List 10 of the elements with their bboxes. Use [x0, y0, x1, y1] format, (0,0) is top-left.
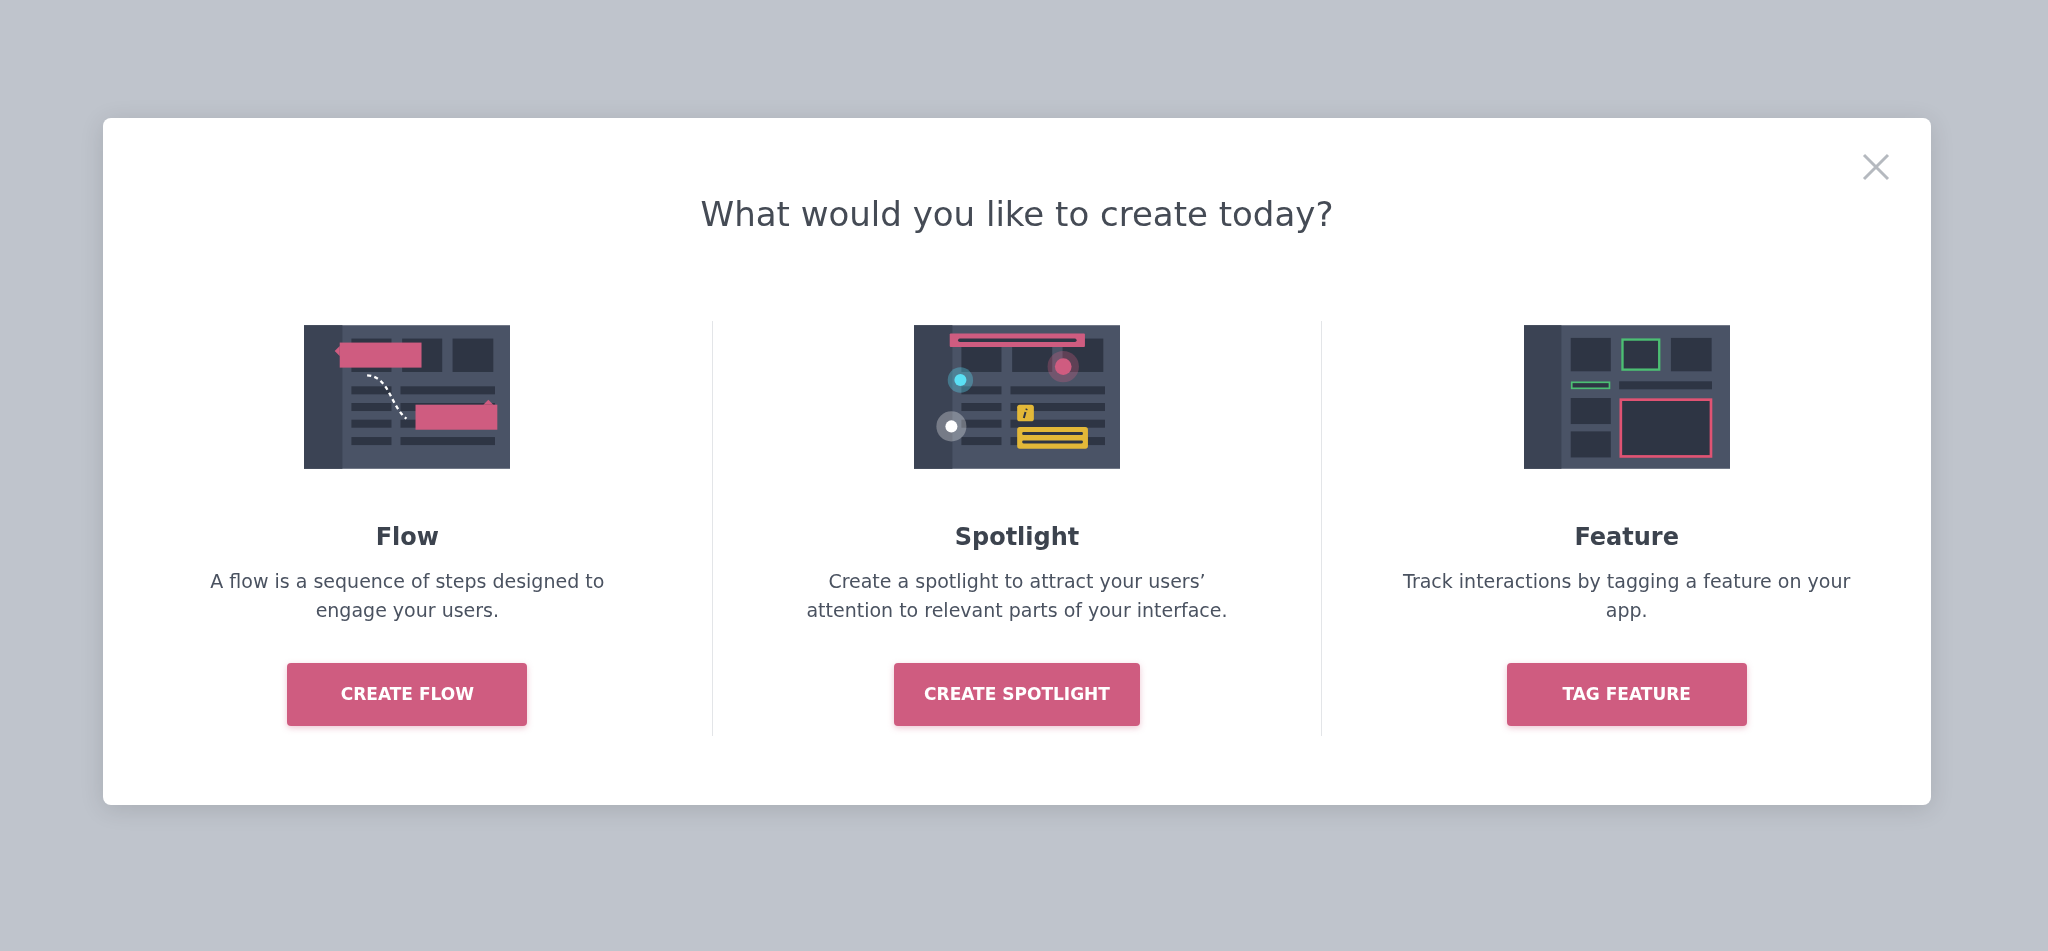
create-button[interactable]: CREATE FLOW	[287, 662, 528, 727]
option-description: Create a spotlight to attract your users’ attention to relevant parts of your interface.	[805, 568, 1229, 624]
create-button[interactable]: CREATE SPOTLIGHT	[894, 662, 1140, 727]
create-button[interactable]: TAG FEATURE	[1506, 662, 1747, 727]
option-description: A flow is a sequence of steps designed to engage your users.	[209, 568, 606, 624]
option-description: Track interactions by tagging a feature on your app.	[1402, 568, 1852, 624]
option-heading: Flow	[375, 521, 439, 553]
option-heading: Feature	[1574, 521, 1679, 553]
option-heading: Spotlight	[954, 521, 1080, 553]
modal-title: What would you like to create today?	[700, 193, 1334, 235]
